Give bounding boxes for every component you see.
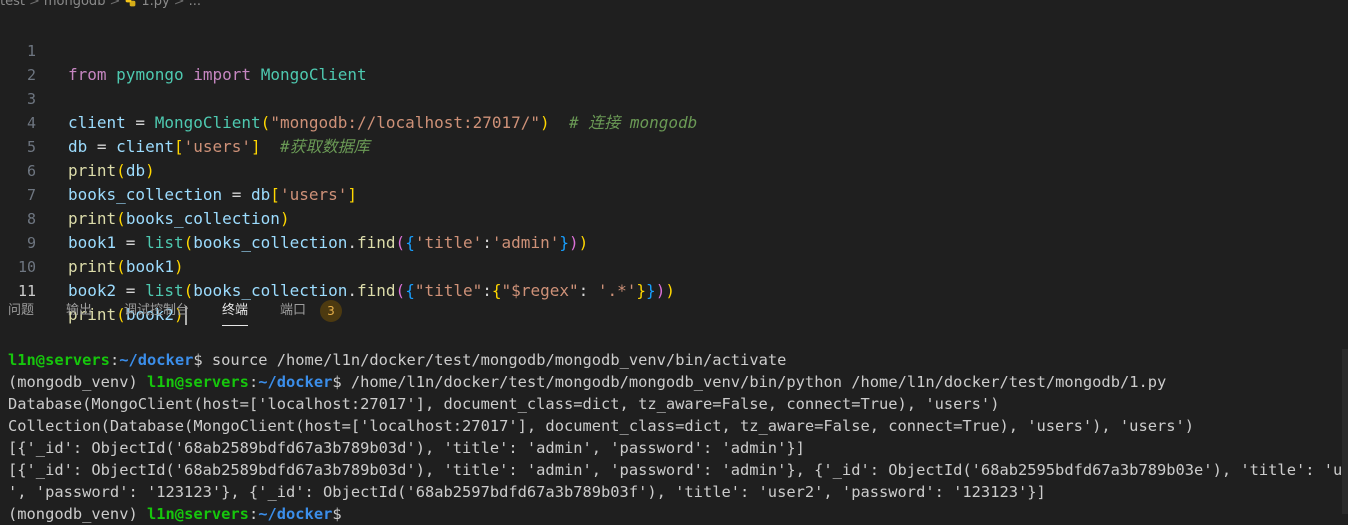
ports-count-badge: 3 xyxy=(320,300,342,322)
prompt-path: ~/docker xyxy=(119,351,194,369)
prompt-colon: : xyxy=(248,373,259,391)
terminal-scrollbar[interactable] xyxy=(1342,349,1348,514)
terminal-command: $ /home/l1n/docker/test/mongodb/mongodb_… xyxy=(332,373,1167,391)
breadcrumb-item-test[interactable]: test xyxy=(0,0,25,9)
tab-output[interactable]: 输出 xyxy=(66,300,92,322)
code-line[interactable]: 5 print(db) xyxy=(0,111,1348,180)
venv-prefix: (mongodb_venv) xyxy=(8,505,147,523)
prompt-path: ~/docker xyxy=(258,373,333,391)
terminal-line: (mongodb_venv) l1n@servers:~/docker$ xyxy=(8,503,351,525)
breadcrumb: test > mongodb > 1.py > ... xyxy=(0,0,201,9)
prompt-user: l1n@servers xyxy=(8,351,110,369)
tab-debug-console[interactable]: 调试控制台 xyxy=(124,300,189,322)
terminal[interactable]: l1n@servers:~/docker$ source /home/l1n/d… xyxy=(0,349,1348,523)
code-line[interactable]: 8 book1 = list(books_collection.find({'t… xyxy=(0,183,1348,252)
tab-problems[interactable]: 问题 xyxy=(8,300,34,322)
code-line[interactable]: 3 client = MongoClient("mongodb://localh… xyxy=(0,63,1348,132)
code-line[interactable]: 10 book2 = list(books_collection.find({"… xyxy=(0,231,1348,300)
breadcrumb-item-symbol[interactable]: ... xyxy=(189,0,201,9)
prompt-user: l1n@servers xyxy=(147,505,249,523)
tab-terminal[interactable]: 终端 xyxy=(222,300,249,326)
terminal-line: l1n@servers:~/docker$ source /home/l1n/d… xyxy=(8,349,786,371)
terminal-output-line: [{'_id': ObjectId('68ab2589bdfd67a3b789b… xyxy=(8,461,1348,479)
terminal-command: $ xyxy=(332,505,351,523)
code-line[interactable]: 9 print(book1) xyxy=(0,207,1348,276)
code-line[interactable]: 6 books_collection = db['users'] xyxy=(0,135,1348,204)
chevron-right-icon: > xyxy=(109,0,121,9)
terminal-output-line: Database(MongoClient(host=['localhost:27… xyxy=(8,395,1000,413)
breadcrumb-item-file[interactable]: 1.py xyxy=(141,0,169,9)
code-line[interactable]: 7 print(books_collection) xyxy=(0,159,1348,228)
code-line[interactable]: 2 xyxy=(0,39,1348,84)
prompt-user: l1n@servers xyxy=(147,373,249,391)
panel-tab-bar: 问题 输出 调试控制台 终端 端口 xyxy=(0,296,1348,326)
prompt-colon: : xyxy=(109,351,120,369)
prompt-colon: : xyxy=(248,505,259,523)
breadcrumb-item-mongodb[interactable]: mongodb xyxy=(44,0,106,9)
prompt-path: ~/docker xyxy=(258,505,333,523)
terminal-line: (mongodb_venv) l1n@servers:~/docker$ /ho… xyxy=(8,371,1166,393)
terminal-output-line: Collection(Database(MongoClient(host=['l… xyxy=(8,417,1195,435)
terminal-command: $ source /home/l1n/docker/test/mongodb/m… xyxy=(193,351,787,369)
terminal-output-line: ', 'password': '123123'}, {'_id': Object… xyxy=(8,483,1046,501)
code-line[interactable]: 11 print(book2) xyxy=(0,255,1348,325)
python-file-icon xyxy=(125,0,136,6)
tab-ports[interactable]: 端口 xyxy=(280,300,306,322)
venv-prefix: (mongodb_venv) xyxy=(8,373,147,391)
code-line[interactable]: 1 from pymongo import MongoClient xyxy=(0,15,1348,84)
chevron-right-icon: > xyxy=(28,0,40,9)
terminal-output-line: [{'_id': ObjectId('68ab2589bdfd67a3b789b… xyxy=(8,439,805,457)
chevron-right-icon: > xyxy=(173,0,185,9)
code-line[interactable]: 4 db = client['users'] #获取数据库 xyxy=(0,87,1348,156)
code-editor[interactable]: 1 from pymongo import MongoClient 2 3 cl… xyxy=(0,15,1348,325)
